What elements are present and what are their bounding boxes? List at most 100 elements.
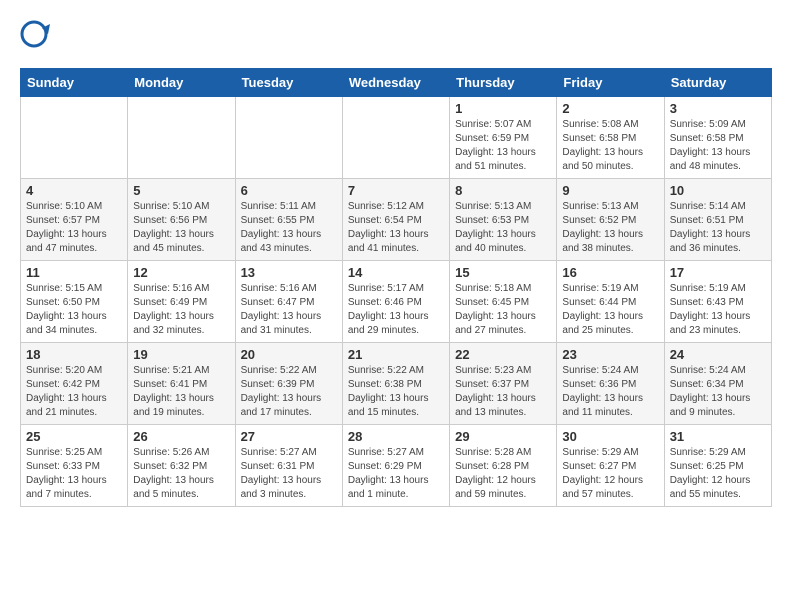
day-cell <box>128 97 235 179</box>
day-number: 31 <box>670 429 766 444</box>
logo-icon <box>20 20 52 52</box>
day-cell: 31 Sunrise: 5:29 AM Sunset: 6:25 PM Dayli… <box>664 425 771 507</box>
day-cell: 1 Sunrise: 5:07 AM Sunset: 6:59 PM Daylig… <box>450 97 557 179</box>
day-number: 30 <box>562 429 658 444</box>
day-cell: 18 Sunrise: 5:20 AM Sunset: 6:42 PM Dayli… <box>21 343 128 425</box>
day-number: 3 <box>670 101 766 116</box>
day-cell: 23 Sunrise: 5:24 AM Sunset: 6:36 PM Dayli… <box>557 343 664 425</box>
day-info: Sunrise: 5:12 AM Sunset: 6:54 PM Dayligh… <box>348 200 444 256</box>
day-cell: 20Sunrise: 5:22 AM Sunset: 6:39 PM Dayli… <box>235 343 342 425</box>
day-info: Sunrise: 5:13 AM Sunset: 6:53 PM Dayligh… <box>455 200 551 256</box>
day-info: Sunrise: 5:10 AM Sunset: 6:57 PM Dayligh… <box>26 200 122 256</box>
header-tuesday: Tuesday <box>235 69 342 97</box>
day-info: Sunrise: 5:16 AM Sunset: 6:49 PM Dayligh… <box>133 282 229 338</box>
day-number: 11 <box>26 265 122 280</box>
week-row-2: 11 Sunrise: 5:15 AM Sunset: 6:50 PM Dayli… <box>21 261 772 343</box>
day-cell: 22 Sunrise: 5:23 AM Sunset: 6:37 PM Dayli… <box>450 343 557 425</box>
day-number: 6 <box>241 183 337 198</box>
day-number: 22 <box>455 347 551 362</box>
day-info: Sunrise: 5:27 AM Sunset: 6:29 PM Dayligh… <box>348 446 444 502</box>
header-sunday: Sunday <box>21 69 128 97</box>
day-number: 26 <box>133 429 229 444</box>
day-number: 8 <box>455 183 551 198</box>
day-info: Sunrise: 5:29 AM Sunset: 6:27 PM Dayligh… <box>562 446 658 502</box>
day-number: 4 <box>26 183 122 198</box>
day-cell: 9 Sunrise: 5:13 AM Sunset: 6:52 PM Daylig… <box>557 179 664 261</box>
day-number: 27 <box>241 429 337 444</box>
day-info: Sunrise: 5:23 AM Sunset: 6:37 PM Dayligh… <box>455 364 551 420</box>
day-cell: 14Sunrise: 5:17 AM Sunset: 6:46 PM Dayli… <box>342 261 449 343</box>
day-number: 19 <box>133 347 229 362</box>
day-cell: 16Sunrise: 5:19 AM Sunset: 6:44 PM Dayli… <box>557 261 664 343</box>
day-info: Sunrise: 5:22 AM Sunset: 6:38 PM Dayligh… <box>348 364 444 420</box>
day-cell: 13 Sunrise: 5:16 AM Sunset: 6:47 PM Dayli… <box>235 261 342 343</box>
day-number: 10 <box>670 183 766 198</box>
day-number: 12 <box>133 265 229 280</box>
calendar-header: SundayMondayTuesdayWednesdayThursdayFrid… <box>21 69 772 97</box>
day-cell: 3 Sunrise: 5:09 AM Sunset: 6:58 PM Daylig… <box>664 97 771 179</box>
day-number: 7 <box>348 183 444 198</box>
day-info: Sunrise: 5:09 AM Sunset: 6:58 PM Dayligh… <box>670 118 766 174</box>
day-number: 2 <box>562 101 658 116</box>
day-cell: 2 Sunrise: 5:08 AM Sunset: 6:58 PM Daylig… <box>557 97 664 179</box>
header-thursday: Thursday <box>450 69 557 97</box>
day-number: 17 <box>670 265 766 280</box>
day-cell <box>342 97 449 179</box>
day-info: Sunrise: 5:19 AM Sunset: 6:43 PM Dayligh… <box>670 282 766 338</box>
day-number: 1 <box>455 101 551 116</box>
day-number: 15 <box>455 265 551 280</box>
day-info: Sunrise: 5:24 AM Sunset: 6:34 PM Dayligh… <box>670 364 766 420</box>
day-info: Sunrise: 5:25 AM Sunset: 6:33 PM Dayligh… <box>26 446 122 502</box>
day-cell: 26 Sunrise: 5:26 AM Sunset: 6:32 PM Dayli… <box>128 425 235 507</box>
day-cell: 5Sunrise: 5:10 AM Sunset: 6:56 PM Daylig… <box>128 179 235 261</box>
day-number: 24 <box>670 347 766 362</box>
header-row: SundayMondayTuesdayWednesdayThursdayFrid… <box>21 69 772 97</box>
day-cell: 25 Sunrise: 5:25 AM Sunset: 6:33 PM Dayli… <box>21 425 128 507</box>
day-info: Sunrise: 5:08 AM Sunset: 6:58 PM Dayligh… <box>562 118 658 174</box>
day-number: 14 <box>348 265 444 280</box>
day-info: Sunrise: 5:19 AM Sunset: 6:44 PM Dayligh… <box>562 282 658 338</box>
day-number: 20 <box>241 347 337 362</box>
day-cell: 28 Sunrise: 5:27 AM Sunset: 6:29 PM Dayli… <box>342 425 449 507</box>
day-info: Sunrise: 5:13 AM Sunset: 6:52 PM Dayligh… <box>562 200 658 256</box>
day-cell: 6Sunrise: 5:11 AM Sunset: 6:55 PM Daylig… <box>235 179 342 261</box>
day-cell: 10 Sunrise: 5:14 AM Sunset: 6:51 PM Dayli… <box>664 179 771 261</box>
day-number: 13 <box>241 265 337 280</box>
day-info: Sunrise: 5:24 AM Sunset: 6:36 PM Dayligh… <box>562 364 658 420</box>
day-info: Sunrise: 5:26 AM Sunset: 6:32 PM Dayligh… <box>133 446 229 502</box>
header-saturday: Saturday <box>664 69 771 97</box>
day-cell: 17 Sunrise: 5:19 AM Sunset: 6:43 PM Dayli… <box>664 261 771 343</box>
week-row-0: 1 Sunrise: 5:07 AM Sunset: 6:59 PM Daylig… <box>21 97 772 179</box>
day-number: 18 <box>26 347 122 362</box>
day-cell: 4 Sunrise: 5:10 AM Sunset: 6:57 PM Daylig… <box>21 179 128 261</box>
day-number: 28 <box>348 429 444 444</box>
page-header <box>20 20 772 52</box>
day-cell: 21Sunrise: 5:22 AM Sunset: 6:38 PM Dayli… <box>342 343 449 425</box>
day-info: Sunrise: 5:20 AM Sunset: 6:42 PM Dayligh… <box>26 364 122 420</box>
day-info: Sunrise: 5:14 AM Sunset: 6:51 PM Dayligh… <box>670 200 766 256</box>
day-number: 25 <box>26 429 122 444</box>
day-cell: 29Sunrise: 5:28 AM Sunset: 6:28 PM Dayli… <box>450 425 557 507</box>
day-info: Sunrise: 5:15 AM Sunset: 6:50 PM Dayligh… <box>26 282 122 338</box>
header-wednesday: Wednesday <box>342 69 449 97</box>
day-info: Sunrise: 5:29 AM Sunset: 6:25 PM Dayligh… <box>670 446 766 502</box>
day-info: Sunrise: 5:18 AM Sunset: 6:45 PM Dayligh… <box>455 282 551 338</box>
day-number: 9 <box>562 183 658 198</box>
day-cell: 30 Sunrise: 5:29 AM Sunset: 6:27 PM Dayli… <box>557 425 664 507</box>
week-row-1: 4 Sunrise: 5:10 AM Sunset: 6:57 PM Daylig… <box>21 179 772 261</box>
day-info: Sunrise: 5:07 AM Sunset: 6:59 PM Dayligh… <box>455 118 551 174</box>
day-info: Sunrise: 5:16 AM Sunset: 6:47 PM Dayligh… <box>241 282 337 338</box>
day-cell: 12 Sunrise: 5:16 AM Sunset: 6:49 PM Dayli… <box>128 261 235 343</box>
day-number: 23 <box>562 347 658 362</box>
week-row-3: 18 Sunrise: 5:20 AM Sunset: 6:42 PM Dayli… <box>21 343 772 425</box>
day-info: Sunrise: 5:10 AM Sunset: 6:56 PM Dayligh… <box>133 200 229 256</box>
header-monday: Monday <box>128 69 235 97</box>
day-cell: 11 Sunrise: 5:15 AM Sunset: 6:50 PM Dayli… <box>21 261 128 343</box>
day-cell: 15 Sunrise: 5:18 AM Sunset: 6:45 PM Dayli… <box>450 261 557 343</box>
logo <box>20 20 56 52</box>
week-row-4: 25 Sunrise: 5:25 AM Sunset: 6:33 PM Dayli… <box>21 425 772 507</box>
day-cell <box>235 97 342 179</box>
day-info: Sunrise: 5:27 AM Sunset: 6:31 PM Dayligh… <box>241 446 337 502</box>
day-number: 29 <box>455 429 551 444</box>
day-cell: 7 Sunrise: 5:12 AM Sunset: 6:54 PM Daylig… <box>342 179 449 261</box>
